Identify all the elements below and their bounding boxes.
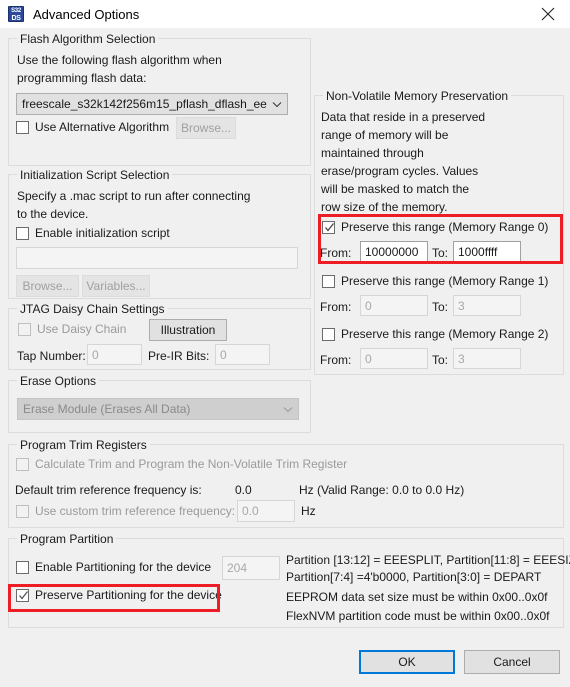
- range-0-to-input[interactable]: 1000ffff: [453, 241, 521, 262]
- app-icon-line1: S32: [11, 8, 21, 14]
- range-1-to-input[interactable]: 3: [453, 295, 521, 316]
- preserve-range-2-label: Preserve this range (Memory Range 2): [341, 327, 549, 341]
- enable-init-script-checkbox[interactable]: [16, 227, 29, 240]
- nvm-desc-line4: erase/program cycles. Values: [321, 164, 479, 178]
- ok-button[interactable]: OK: [359, 650, 455, 674]
- cancel-button[interactable]: Cancel: [464, 650, 560, 674]
- custom-trim-freq-checkbox: [16, 505, 29, 518]
- init-script-desc-line1: Specify a .mac script to run after conne…: [17, 189, 251, 203]
- program-partition-group: Program Partition Enable Partitioning fo…: [8, 532, 570, 628]
- range-1-from-label: From:: [320, 300, 352, 314]
- partition-info-line1: Partition [13:12] = EEESPLIT, Partition[…: [286, 553, 570, 567]
- preserve-partitioning-label: Preserve Partitioning for the device: [35, 588, 222, 602]
- partition-info-line2: Partition[7:4] =4'b0000, Partition[3:0] …: [286, 570, 542, 584]
- tap-number-input[interactable]: 0: [87, 344, 142, 365]
- custom-trim-freq-units: Hz: [301, 504, 316, 518]
- nvm-desc-line6: row size of the memory.: [321, 200, 448, 214]
- flash-algorithm-group: Flash Algorithm Selection Use the follow…: [8, 32, 311, 166]
- pre-ir-bits-input[interactable]: 0: [215, 344, 270, 365]
- preserve-range-1-checkbox[interactable]: [322, 275, 335, 288]
- nvm-desc-line3: maintained through: [321, 146, 424, 160]
- range-1-to-label: To:: [432, 300, 449, 314]
- tap-number-label: Tap Number:: [17, 349, 86, 363]
- init-script-desc-line2: to the device.: [17, 207, 89, 221]
- erase-options-combo[interactable]: Erase Module (Erases All Data): [17, 398, 299, 420]
- flash-algorithm-desc-line2: programming flash data:: [17, 71, 147, 85]
- jtag-daisy-chain-group: JTAG Daisy Chain Settings Use Daisy Chai…: [8, 302, 311, 370]
- erase-options-legend: Erase Options: [17, 374, 100, 388]
- init-script-group: Initialization Script Selection Specify …: [8, 168, 311, 299]
- range-1-from-input[interactable]: 0: [360, 295, 428, 316]
- use-alternative-algorithm-label: Use Alternative Algorithm: [35, 120, 170, 134]
- preserve-range-0-label: Preserve this range (Memory Range 0): [341, 220, 549, 234]
- range-2-from-label: From:: [320, 353, 352, 367]
- nvm-preservation-group: Non-Volatile Memory Preservation Data th…: [314, 89, 564, 375]
- nvm-preservation-legend: Non-Volatile Memory Preservation: [323, 89, 512, 103]
- enable-init-script-label: Enable initialization script: [35, 226, 170, 240]
- default-trim-freq-value: 0.0: [235, 483, 252, 497]
- custom-trim-freq-input: 0.0: [237, 500, 295, 522]
- flash-algorithm-combo-value: freescale_s32k142f256m15_pflash_dflash_e…: [22, 97, 267, 111]
- enable-partitioning-checkbox[interactable]: [16, 561, 29, 574]
- nvm-desc-line2: range of memory will be: [321, 128, 449, 142]
- default-trim-freq-units: Hz (Valid Range: 0.0 to 0.0 Hz): [299, 483, 465, 497]
- flash-algorithm-browse-button: Browse...: [176, 117, 236, 139]
- init-script-path-input[interactable]: [16, 247, 298, 269]
- range-0-from-label: From:: [320, 246, 352, 260]
- use-alternative-algorithm-checkbox[interactable]: [16, 121, 29, 134]
- use-daisy-chain-label: Use Daisy Chain: [37, 322, 127, 336]
- chevron-down-icon: [278, 406, 298, 413]
- partition-value-input[interactable]: 204: [222, 556, 280, 580]
- preserve-range-1-label: Preserve this range (Memory Range 1): [341, 274, 549, 288]
- custom-trim-freq-label: Use custom trim reference frequency:: [35, 504, 236, 518]
- calculate-trim-label: Calculate Trim and Program the Non-Volat…: [35, 457, 348, 471]
- enable-partitioning-label: Enable Partitioning for the device: [35, 560, 212, 574]
- default-trim-freq-label: Default trim reference frequency is:: [15, 483, 202, 497]
- init-script-legend: Initialization Script Selection: [17, 168, 173, 182]
- pre-ir-bits-label: Pre-IR Bits:: [148, 349, 210, 363]
- window-title: Advanced Options: [33, 6, 140, 22]
- range-2-from-input[interactable]: 0: [360, 348, 428, 369]
- flash-algorithm-legend: Flash Algorithm Selection: [17, 32, 159, 46]
- range-2-to-input[interactable]: 3: [453, 348, 521, 369]
- erase-options-group: Erase Options Erase Module (Erases All D…: [8, 374, 311, 433]
- range-2-to-label: To:: [432, 353, 449, 367]
- init-script-variables-button: Variables...: [82, 275, 150, 297]
- range-0-to-label: To:: [432, 246, 449, 260]
- flash-algorithm-desc-line1: Use the following flash algorithm when: [17, 53, 222, 67]
- s32ds-app-icon: S32 DS: [8, 6, 24, 22]
- flash-algorithm-combo[interactable]: freescale_s32k142f256m15_pflash_dflash_e…: [16, 93, 288, 115]
- range-0-from-input[interactable]: 10000000: [360, 241, 428, 262]
- erase-options-combo-value: Erase Module (Erases All Data): [23, 402, 191, 416]
- program-partition-legend: Program Partition: [17, 532, 117, 546]
- app-icon-line2: DS: [11, 15, 21, 22]
- partition-info-line3: EEPROM data set size must be within 0x00…: [286, 590, 548, 604]
- nvm-desc-line5: will be masked to match the: [321, 182, 470, 196]
- partition-info-line4: FlexNVM partition code must be within 0x…: [286, 609, 550, 623]
- program-trim-legend: Program Trim Registers: [17, 438, 150, 452]
- program-trim-group: Program Trim Registers Calculate Trim an…: [8, 438, 564, 528]
- chevron-down-icon: [267, 101, 287, 108]
- init-script-browse-button: Browse...: [16, 275, 79, 297]
- illustration-button[interactable]: Illustration: [149, 319, 227, 341]
- use-daisy-chain-checkbox: [18, 323, 31, 336]
- nvm-desc-line1: Data that reside in a preserved: [321, 110, 486, 124]
- calculate-trim-checkbox: [16, 458, 29, 471]
- preserve-range-2-checkbox[interactable]: [322, 328, 335, 341]
- close-icon[interactable]: [525, 0, 570, 28]
- preserve-partitioning-checkbox[interactable]: [16, 589, 29, 602]
- preserve-range-0-checkbox[interactable]: [322, 221, 335, 234]
- jtag-legend: JTAG Daisy Chain Settings: [17, 302, 168, 316]
- window-title-bar: S32 DS Advanced Options: [0, 0, 570, 28]
